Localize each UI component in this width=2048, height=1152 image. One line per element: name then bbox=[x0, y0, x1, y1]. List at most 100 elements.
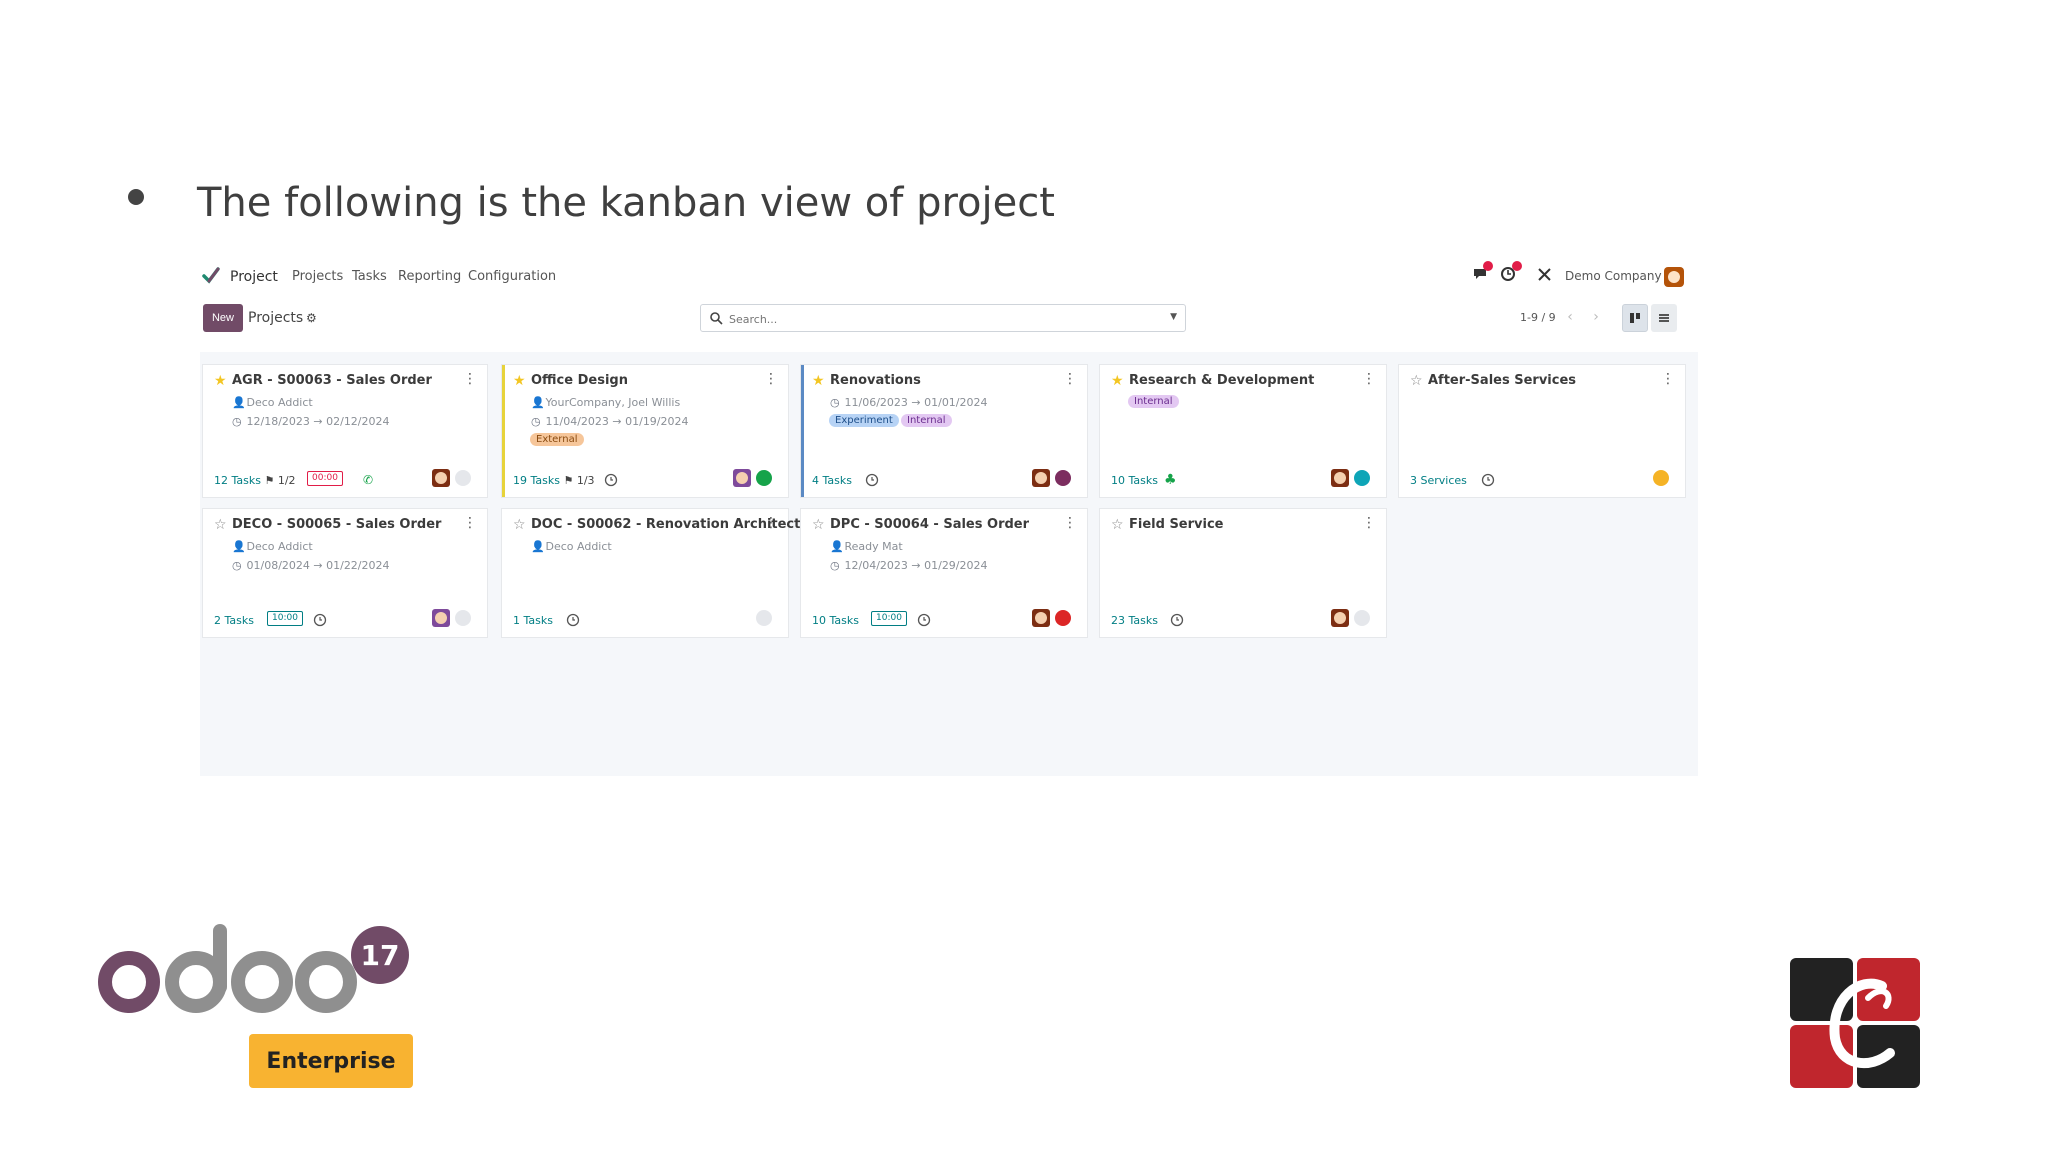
project-title[interactable]: DOC - S00062 - Renovation Architect (...… bbox=[531, 517, 832, 532]
tasks-link[interactable]: 3 Services bbox=[1410, 474, 1467, 487]
company-switcher[interactable]: Demo Company bbox=[1565, 269, 1662, 283]
activity-clock-icon[interactable] bbox=[604, 473, 618, 487]
dates-line: ◷ 12/18/2023 → 02/12/2024 bbox=[232, 415, 390, 428]
tasks-link[interactable]: 23 Tasks bbox=[1111, 614, 1158, 627]
list-view-button[interactable] bbox=[1651, 304, 1677, 332]
menu-reporting[interactable]: Reporting bbox=[398, 269, 461, 284]
card-menu-icon[interactable]: ⋮ bbox=[1362, 515, 1376, 531]
search-options-caret-icon[interactable]: ▼ bbox=[1170, 312, 1177, 322]
chat-badge bbox=[1483, 261, 1493, 271]
app-name[interactable]: Project bbox=[230, 269, 278, 285]
slide-heading: The following is the kanban view of proj… bbox=[197, 180, 1055, 226]
project-title[interactable]: Field Service bbox=[1129, 517, 1224, 532]
status-dot[interactable] bbox=[1354, 470, 1370, 486]
project-card[interactable]: ☆ DECO - S00065 - Sales Order ⋮ 👤 Deco A… bbox=[202, 508, 488, 638]
card-menu-icon[interactable]: ⋮ bbox=[463, 371, 477, 387]
favorite-star-icon[interactable]: ★ bbox=[812, 373, 825, 389]
card-menu-icon[interactable]: ⋮ bbox=[764, 371, 778, 387]
card-menu-icon[interactable]: ⋮ bbox=[1661, 371, 1675, 387]
activity-clock-icon[interactable] bbox=[566, 613, 580, 627]
card-menu-icon[interactable]: ⋮ bbox=[1063, 515, 1077, 531]
activity-clock-icon[interactable] bbox=[1170, 613, 1184, 627]
project-title[interactable]: AGR - S00063 - Sales Order bbox=[232, 373, 432, 388]
gear-icon[interactable]: ⚙ bbox=[306, 311, 317, 325]
manager-avatar[interactable] bbox=[1331, 469, 1349, 487]
tasks-count[interactable]: 19 Tasks bbox=[513, 474, 560, 487]
manager-avatar[interactable] bbox=[1331, 609, 1349, 627]
breadcrumb[interactable]: Projects bbox=[248, 310, 303, 326]
activity-clock-icon[interactable] bbox=[313, 613, 327, 627]
status-dot[interactable] bbox=[455, 610, 471, 626]
project-card[interactable]: ☆ After-Sales Services ⋮ 3 Services bbox=[1398, 364, 1686, 498]
activity-clock-icon[interactable] bbox=[865, 473, 879, 487]
tasks-link[interactable]: 19 Tasks ⚑ 1/3 bbox=[513, 474, 595, 487]
menu-configuration[interactable]: Configuration bbox=[468, 269, 556, 284]
card-menu-icon[interactable]: ⋮ bbox=[764, 515, 778, 531]
project-card[interactable]: ★ AGR - S00063 - Sales Order ⋮ 👤 Deco Ad… bbox=[202, 364, 488, 498]
new-button[interactable]: New bbox=[203, 304, 243, 332]
project-card[interactable]: ★ Office Design ⋮ 👤 YourCompany, Joel Wi… bbox=[501, 364, 789, 498]
tasks-link[interactable]: 12 Tasks ⚑ 1/2 bbox=[214, 474, 296, 487]
customer-line: 👤 Deco Addict bbox=[232, 540, 313, 553]
tasks-link[interactable]: 10 Tasks bbox=[1111, 474, 1158, 487]
status-dot[interactable] bbox=[1055, 610, 1071, 626]
status-dot[interactable] bbox=[1354, 610, 1370, 626]
manager-avatar[interactable] bbox=[1032, 469, 1050, 487]
phone-icon[interactable]: ✆ bbox=[363, 473, 373, 487]
kanban-view-button[interactable] bbox=[1622, 304, 1648, 332]
manager-avatar[interactable] bbox=[432, 609, 450, 627]
project-dates: 12/18/2023 → 02/12/2024 bbox=[246, 415, 390, 428]
person-icon: 👤 bbox=[531, 540, 545, 553]
search-input[interactable] bbox=[727, 309, 1151, 329]
favorite-star-icon[interactable]: ☆ bbox=[513, 517, 526, 533]
pager-previous-icon[interactable]: ‹ bbox=[1560, 306, 1580, 328]
status-dot[interactable] bbox=[756, 470, 772, 486]
dates-line: ◷ 11/06/2023 → 01/01/2024 bbox=[830, 396, 988, 409]
status-dot[interactable] bbox=[1055, 470, 1071, 486]
status-dot[interactable] bbox=[756, 610, 772, 626]
project-card[interactable]: ☆ DPC - S00064 - Sales Order ⋮ 👤 Ready M… bbox=[800, 508, 1088, 638]
menu-projects[interactable]: Projects bbox=[292, 269, 343, 284]
activity-clock-icon[interactable] bbox=[1481, 473, 1495, 487]
project-card[interactable]: ★ Research & Development ⋮ Internal 10 T… bbox=[1099, 364, 1387, 498]
tasks-link[interactable]: 2 Tasks bbox=[214, 614, 254, 627]
manager-avatar[interactable] bbox=[733, 469, 751, 487]
tasks-link[interactable]: 10 Tasks bbox=[812, 614, 859, 627]
favorite-star-icon[interactable]: ☆ bbox=[1410, 373, 1423, 389]
card-menu-icon[interactable]: ⋮ bbox=[1362, 371, 1376, 387]
tools-icon[interactable] bbox=[1536, 266, 1554, 282]
favorite-star-icon[interactable]: ☆ bbox=[214, 517, 227, 533]
project-title[interactable]: DECO - S00065 - Sales Order bbox=[232, 517, 441, 532]
favorite-star-icon[interactable]: ☆ bbox=[1111, 517, 1124, 533]
favorite-star-icon[interactable]: ☆ bbox=[812, 517, 825, 533]
manager-avatar[interactable] bbox=[1032, 609, 1050, 627]
user-avatar[interactable] bbox=[1664, 267, 1684, 287]
tasks-link[interactable]: 1 Tasks bbox=[513, 614, 553, 627]
pager-next-icon[interactable]: › bbox=[1586, 306, 1606, 328]
project-card[interactable]: ☆ Field Service ⋮ 23 Tasks bbox=[1099, 508, 1387, 638]
status-dot[interactable] bbox=[455, 470, 471, 486]
project-title[interactable]: After-Sales Services bbox=[1428, 373, 1576, 388]
tasks-link[interactable]: 4 Tasks bbox=[812, 474, 852, 487]
search-bar[interactable]: ▼ bbox=[700, 304, 1186, 332]
favorite-star-icon[interactable]: ★ bbox=[1111, 373, 1124, 389]
project-title[interactable]: Research & Development bbox=[1129, 373, 1314, 388]
project-title[interactable]: DPC - S00064 - Sales Order bbox=[830, 517, 1029, 532]
card-menu-icon[interactable]: ⋮ bbox=[1063, 371, 1077, 387]
pager-value[interactable]: 1-9 / 9 bbox=[1520, 311, 1556, 324]
customer-line: 👤 Deco Addict bbox=[232, 396, 313, 409]
favorite-star-icon[interactable]: ★ bbox=[214, 373, 227, 389]
project-app-icon[interactable] bbox=[202, 266, 220, 284]
dates-line: ◷ 01/08/2024 → 01/22/2024 bbox=[232, 559, 390, 572]
tasks-count[interactable]: 12 Tasks bbox=[214, 474, 261, 487]
activity-clock-icon[interactable] bbox=[917, 613, 931, 627]
card-menu-icon[interactable]: ⋮ bbox=[463, 515, 477, 531]
manager-avatar[interactable] bbox=[432, 469, 450, 487]
project-card[interactable]: ★ Renovations ⋮ ◷ 11/06/2023 → 01/01/202… bbox=[800, 364, 1088, 498]
favorite-star-icon[interactable]: ★ bbox=[513, 373, 526, 389]
menu-tasks[interactable]: Tasks bbox=[352, 269, 387, 284]
project-title[interactable]: Renovations bbox=[830, 373, 921, 388]
status-dot[interactable] bbox=[1653, 470, 1669, 486]
project-title[interactable]: Office Design bbox=[531, 373, 628, 388]
project-card[interactable]: ☆ DOC - S00062 - Renovation Architect (.… bbox=[501, 508, 832, 638]
